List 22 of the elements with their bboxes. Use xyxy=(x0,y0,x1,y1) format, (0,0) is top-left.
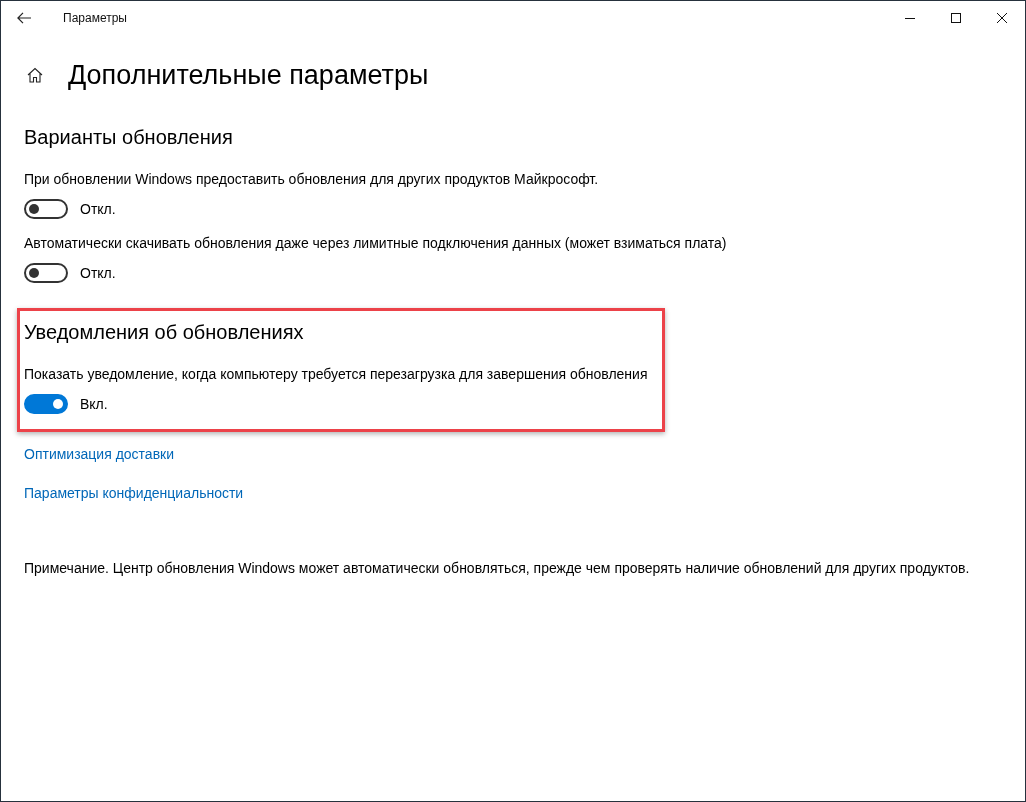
home-button[interactable] xyxy=(27,67,43,83)
home-icon xyxy=(27,67,43,83)
maximize-icon xyxy=(951,13,961,23)
toggle-state-label: Откл. xyxy=(80,200,116,219)
setting-description: Показать уведомление, когда компьютеру требуется перезагрузка для завершения обновления xyxy=(24,365,648,384)
settings-link[interactable]: Оптимизация доставки xyxy=(24,444,175,464)
note-text: Примечание. Центр обновления Windows может автоматически обновляться, прежде чем проверять наличие обновлений для других продуктов. xyxy=(24,559,970,578)
window-title: Параметры xyxy=(63,10,127,27)
back-arrow-icon xyxy=(17,12,31,24)
toggle-switch[interactable] xyxy=(24,394,68,414)
section-heading: Варианты обновления xyxy=(24,125,233,150)
minimize-icon xyxy=(905,17,915,19)
setting-description: При обновлении Windows предоставить обновления для других продуктов Майкрософт. xyxy=(24,170,599,189)
section-heading: Уведомления об обновлениях xyxy=(24,320,304,345)
setting-description: Автоматически скачивать обновления даже через лимитные подключения данных (может взиматься плата) xyxy=(24,234,727,253)
page-title: Дополнительные параметры xyxy=(68,59,429,92)
close-icon xyxy=(997,13,1007,23)
toggle-state-label: Вкл. xyxy=(80,395,108,414)
toggle-state-label: Откл. xyxy=(80,264,116,283)
settings-link[interactable]: Параметры конфиденциальности xyxy=(24,483,244,503)
toggle-switch[interactable] xyxy=(24,199,68,219)
toggle-switch[interactable] xyxy=(24,263,68,283)
